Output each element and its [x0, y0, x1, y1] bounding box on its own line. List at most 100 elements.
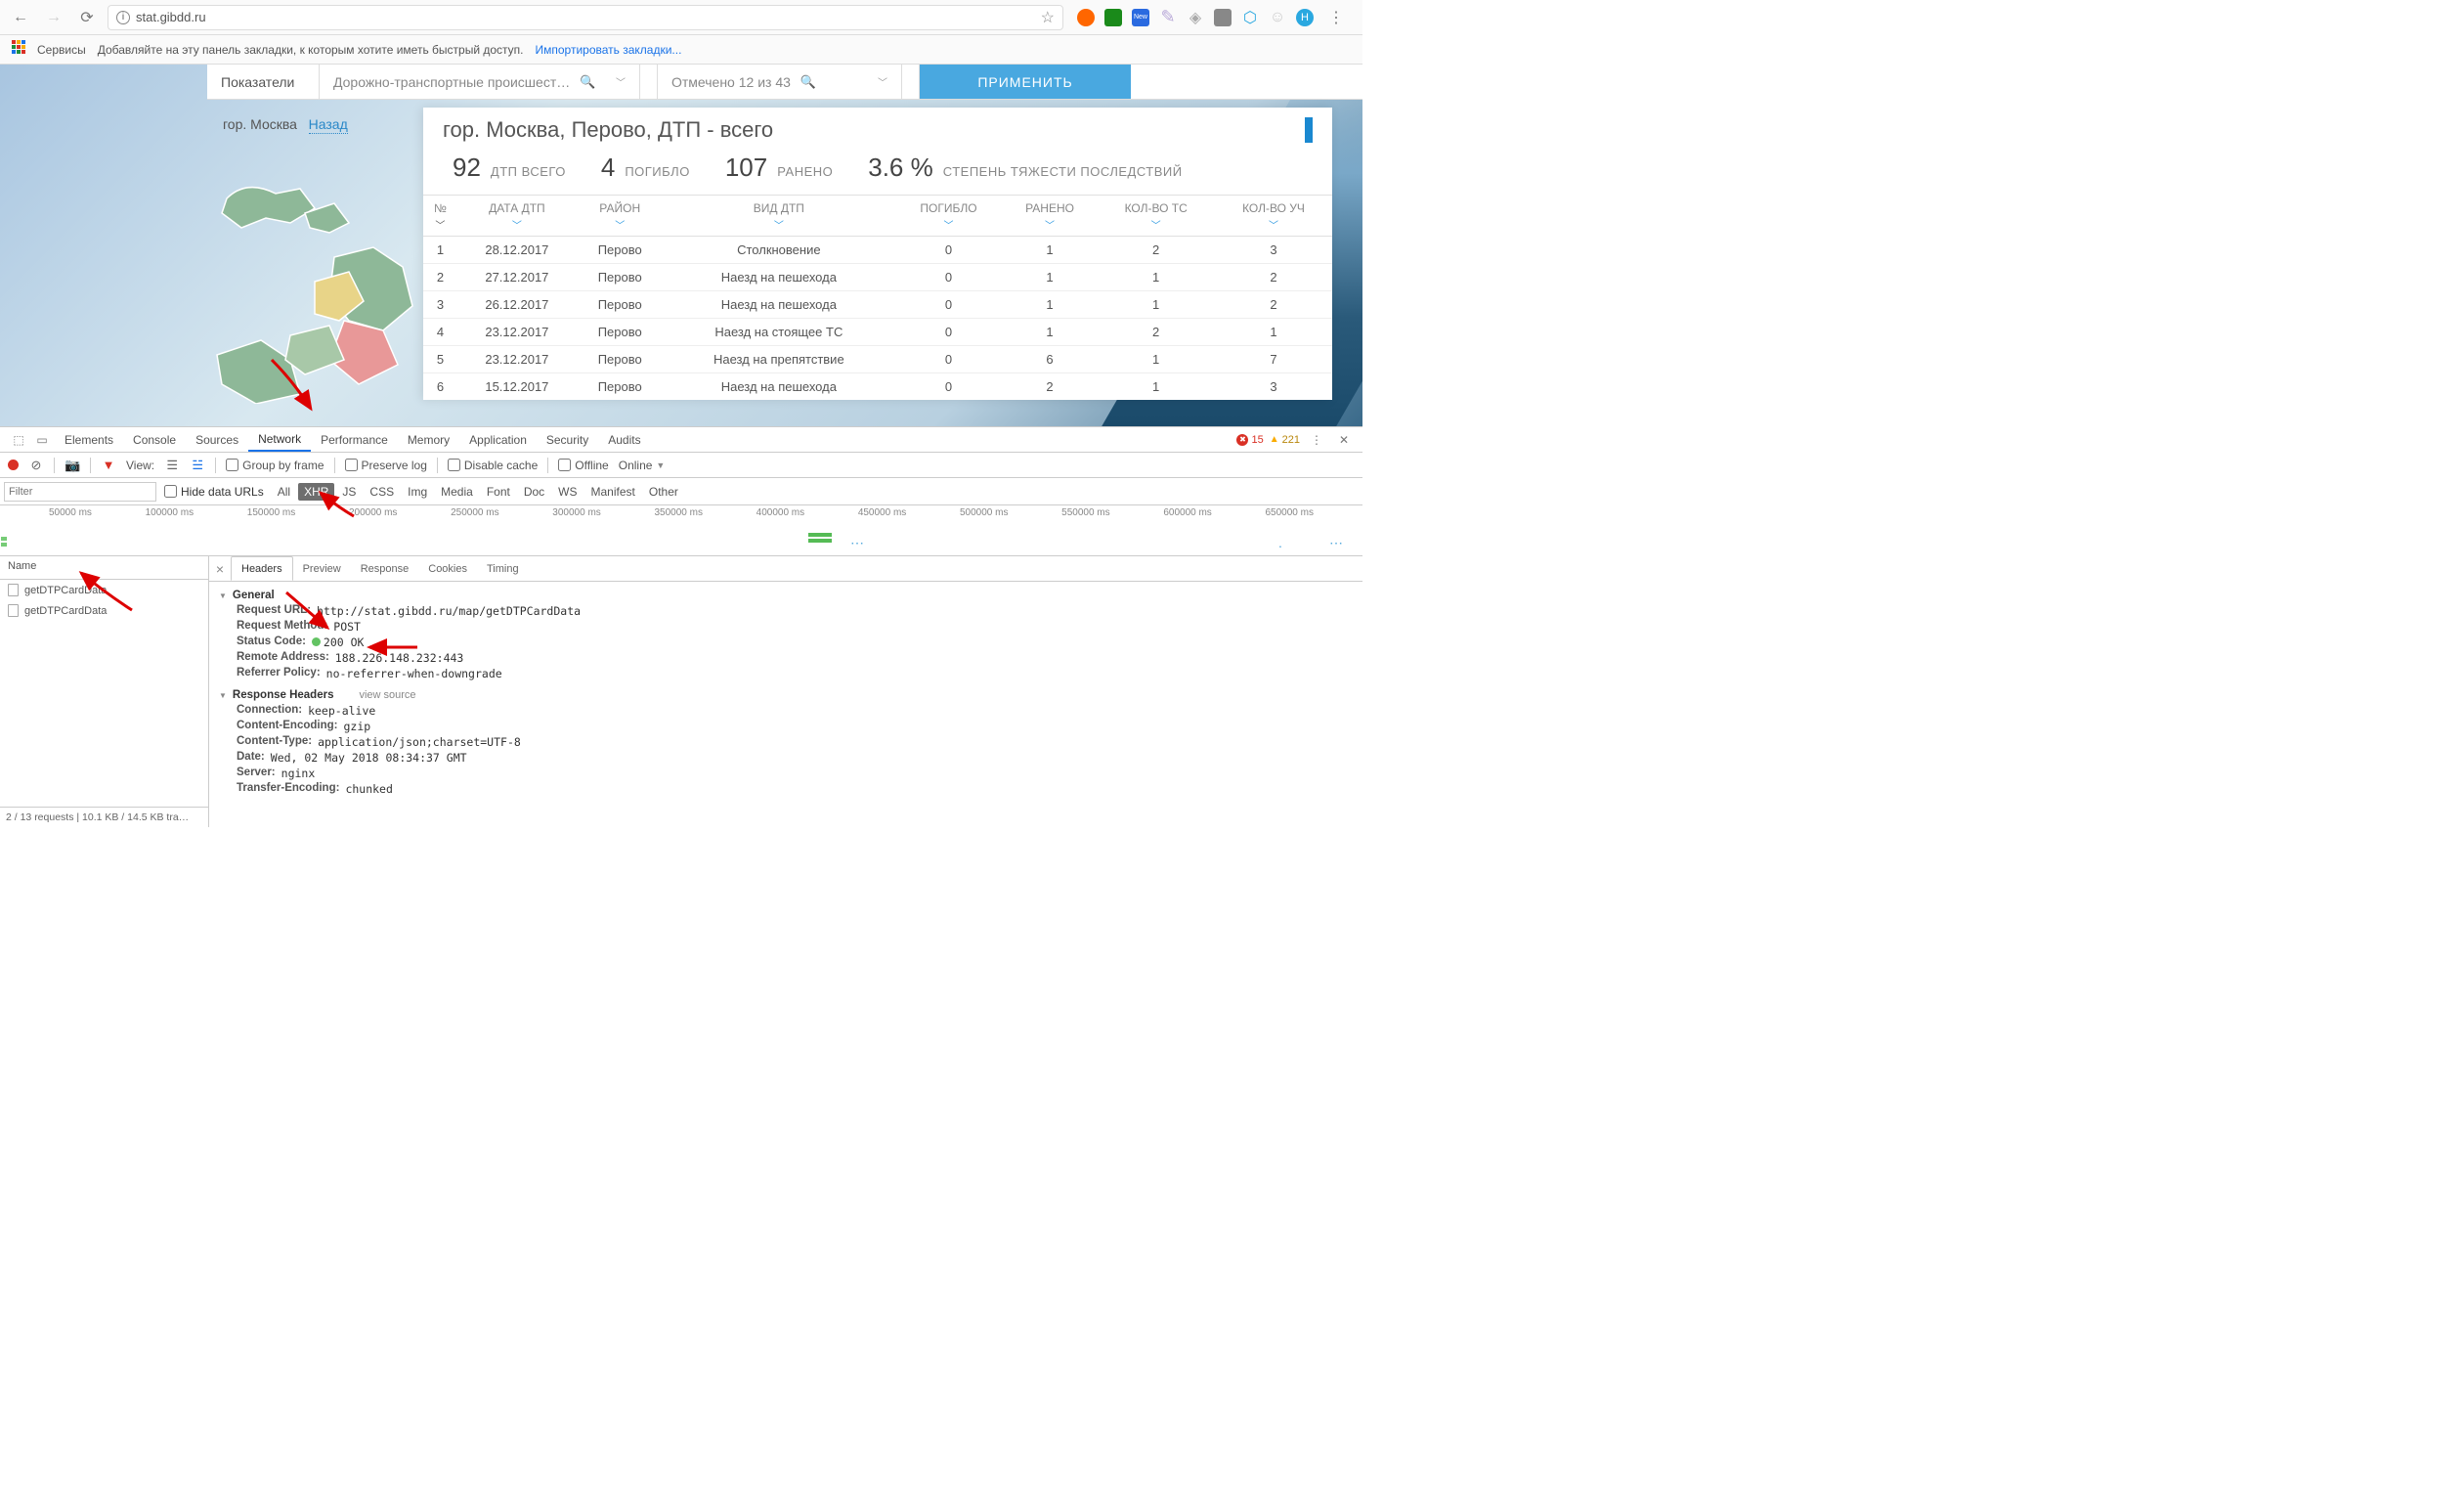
panel-title: гор. Москва, Перово, ДТП - всего [443, 117, 773, 143]
services-label[interactable]: Сервисы [37, 43, 86, 57]
hide-data-urls-checkbox[interactable]: Hide data URLs [164, 485, 264, 499]
record-button[interactable] [8, 460, 19, 470]
devtools-tab-performance[interactable]: Performance [311, 427, 398, 452]
table-header[interactable]: КОЛ-ВО ТС﹀ [1097, 196, 1215, 237]
request-item[interactable]: getDTPCardData [0, 580, 208, 600]
apply-button[interactable]: ПРИМЕНИТЬ [920, 65, 1131, 99]
table-header[interactable]: КОЛ-ВО УЧ﹀ [1215, 196, 1332, 237]
clear-icon[interactable]: ⊘ [28, 458, 44, 473]
devtools-tab-audits[interactable]: Audits [598, 427, 650, 452]
detail-tab-headers[interactable]: Headers [231, 556, 293, 581]
filter-type-other[interactable]: Other [643, 483, 684, 501]
table-header[interactable]: ПОГИБЛО﹀ [894, 196, 1003, 237]
filter-type-media[interactable]: Media [435, 483, 479, 501]
headers-panel: General Request URL:http://stat.gibdd.ru… [209, 582, 1362, 827]
ext-icon[interactable] [1077, 9, 1095, 26]
offline-checkbox[interactable]: Offline [558, 459, 608, 472]
url-text: stat.gibdd.ru [136, 10, 206, 24]
devtools-tab-sources[interactable]: Sources [186, 427, 248, 452]
table-row[interactable]: 227.12.2017ПеровоНаезд на пешехода0112 [423, 264, 1332, 291]
throttling-dropdown[interactable]: Online ▼ [619, 459, 666, 472]
large-rows-icon[interactable]: ☰ [164, 458, 180, 473]
ext-icon[interactable] [1104, 9, 1122, 26]
ext-icon[interactable]: ◈ [1187, 9, 1204, 26]
table-header[interactable]: РАНЕНО﹀ [1003, 196, 1098, 237]
detail-tab-cookies[interactable]: Cookies [418, 556, 477, 581]
header-line: Request URL:http://stat.gibdd.ru/map/get… [219, 603, 1353, 619]
response-headers-title[interactable]: Response Headers view source [219, 687, 1353, 703]
back-link[interactable]: Назад [309, 116, 348, 134]
table-header[interactable]: ДАТА ДТП﹀ [457, 196, 577, 237]
filter-input[interactable] [4, 482, 156, 502]
apps-icon[interactable] [12, 40, 25, 59]
filter-type-doc[interactable]: Doc [518, 483, 550, 501]
devtools-tab-console[interactable]: Console [123, 427, 186, 452]
devtools-tab-application[interactable]: Application [459, 427, 537, 452]
table-header[interactable]: РАЙОН﹀ [577, 196, 664, 237]
ext-icon[interactable]: ⬡ [1241, 9, 1259, 26]
request-name-column[interactable]: Name [0, 556, 208, 580]
capture-icon[interactable]: 📷 [65, 458, 80, 473]
browser-menu-icon[interactable]: ⋮ [1323, 5, 1349, 30]
selected-count-dropdown[interactable]: Отмечено 12 из 43 🔍 ﹀ [658, 65, 902, 99]
filter-type-ws[interactable]: WS [552, 483, 583, 501]
devtools-close-icon[interactable]: ✕ [1333, 433, 1355, 447]
table-row[interactable]: 615.12.2017ПеровоНаезд на пешехода0213 [423, 373, 1332, 401]
detail-tab-preview[interactable]: Preview [293, 556, 351, 581]
document-icon [8, 604, 19, 617]
ext-icon[interactable] [1214, 9, 1232, 26]
general-section-title[interactable]: General [219, 588, 1353, 603]
nav-forward-button[interactable]: → [41, 5, 66, 30]
devtools-menu-icon[interactable]: ⋮ [1306, 433, 1327, 447]
network-timeline[interactable]: 50000 ms100000 ms150000 ms200000 ms25000… [0, 505, 1362, 556]
filter-type-img[interactable]: Img [402, 483, 433, 501]
view-source-link[interactable]: view source [359, 689, 415, 701]
warning-count[interactable]: 221 [1270, 434, 1300, 446]
table-row[interactable]: 523.12.2017ПеровоНаезд на препятствие061… [423, 346, 1332, 373]
disable-cache-checkbox[interactable]: Disable cache [448, 459, 538, 472]
table-row[interactable]: 128.12.2017ПеровоСтолкновение0123 [423, 237, 1332, 264]
filter-type-js[interactable]: JS [336, 483, 362, 501]
data-panel: гор. Москва, Перово, ДТП - всего 92ДТП В… [423, 108, 1332, 400]
bookmark-star-icon[interactable]: ☆ [1041, 8, 1055, 27]
devtools-tab-elements[interactable]: Elements [55, 427, 123, 452]
address-bar[interactable]: i stat.gibdd.ru ☆ [108, 5, 1063, 30]
table-row[interactable]: 326.12.2017ПеровоНаезд на пешехода0112 [423, 291, 1332, 319]
error-count[interactable]: 15 [1236, 434, 1263, 446]
filter-type-manifest[interactable]: Manifest [585, 483, 641, 501]
ext-icon[interactable]: ☺ [1269, 9, 1286, 26]
filter-type-xhr[interactable]: XHR [298, 483, 334, 501]
filter-type-font[interactable]: Font [481, 483, 516, 501]
region-map[interactable] [207, 169, 422, 423]
indicators-tab[interactable]: Показатели [207, 65, 320, 99]
detail-tab-response[interactable]: Response [351, 556, 419, 581]
table-header[interactable]: ВИД ДТП﹀ [664, 196, 895, 237]
filter-icon[interactable]: ▼ [101, 458, 116, 472]
import-bookmarks-link[interactable]: Импортировать закладки... [536, 43, 682, 57]
waterfall-icon[interactable]: ☱ [190, 458, 205, 473]
devtools-tab-network[interactable]: Network [248, 427, 311, 452]
ext-icon[interactable]: H [1296, 9, 1314, 26]
detail-tab-timing[interactable]: Timing [477, 556, 529, 581]
ext-icon[interactable]: ✎ [1159, 9, 1177, 26]
dtp-filter-dropdown[interactable]: Дорожно-транспортные происшест… 🔍 ﹀ [320, 65, 640, 99]
site-info-icon[interactable]: i [116, 11, 130, 24]
ext-icon[interactable]: New [1132, 9, 1149, 26]
table-row[interactable]: 423.12.2017ПеровоНаезд на стоящее ТС0121 [423, 319, 1332, 346]
devtools-tab-memory[interactable]: Memory [398, 427, 459, 452]
filter-type-all[interactable]: All [272, 483, 296, 501]
device-toggle-icon[interactable]: ▭ [31, 433, 53, 447]
preserve-log-checkbox[interactable]: Preserve log [345, 459, 427, 472]
view-label: View: [126, 459, 154, 472]
filter-type-css[interactable]: CSS [364, 483, 400, 501]
panel-marker-icon[interactable] [1305, 117, 1313, 143]
close-detail-icon[interactable]: × [209, 561, 231, 577]
nav-back-button[interactable]: ← [8, 5, 33, 30]
inspect-icon[interactable]: ⬚ [8, 433, 29, 447]
request-list: Name getDTPCardDatagetDTPCardData 2 / 13… [0, 556, 209, 827]
nav-reload-button[interactable]: ⟳ [74, 5, 100, 30]
request-item[interactable]: getDTPCardData [0, 600, 208, 621]
devtools-tab-security[interactable]: Security [537, 427, 598, 452]
table-header[interactable]: №﹀ [423, 196, 457, 237]
group-by-frame-checkbox[interactable]: Group by frame [226, 459, 324, 472]
